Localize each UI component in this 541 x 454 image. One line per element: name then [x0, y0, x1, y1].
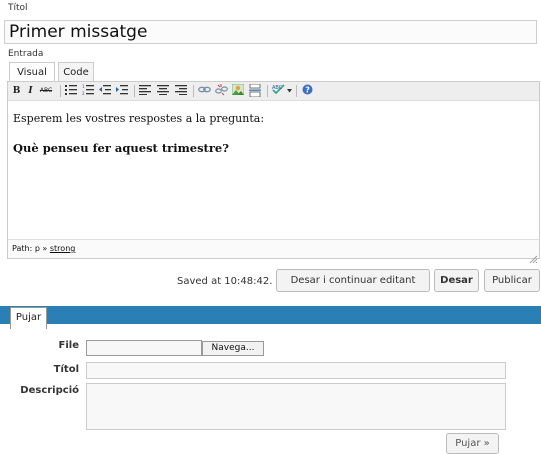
browse-button[interactable]: Navega... — [202, 341, 264, 356]
indent-icon[interactable] — [115, 84, 129, 98]
path-strong-link[interactable]: strong — [50, 244, 75, 253]
toolbar-separator — [296, 85, 297, 97]
align-center-icon[interactable] — [156, 84, 170, 98]
toolbar-separator — [193, 85, 194, 97]
link-icon[interactable] — [197, 84, 211, 98]
svg-text:?: ? — [305, 86, 310, 95]
entry-label: Entrada — [8, 49, 44, 59]
saved-status: Saved at 10:48:42. — [177, 276, 273, 287]
editor-statusbar: Path: p » strong — [8, 239, 539, 264]
title-input[interactable]: Primer missatge — [4, 20, 537, 44]
save-and-continue-button[interactable]: Desar i continuar editant — [276, 269, 430, 292]
toolbar-separator — [60, 85, 61, 97]
toolbar-separator — [267, 85, 268, 97]
svg-text:ABC: ABC — [272, 85, 283, 91]
content-line-2-bold: Què penseu fer aquest trimestre? — [13, 141, 229, 155]
description-input[interactable] — [86, 383, 506, 430]
outdent-icon[interactable] — [98, 84, 112, 98]
bold-icon[interactable]: B — [12, 84, 21, 98]
title-value: Primer missatge — [9, 22, 148, 42]
publish-button[interactable]: Publicar — [484, 269, 540, 292]
file-label: File — [58, 340, 79, 351]
spellcheck-icon[interactable]: ABC — [271, 84, 285, 98]
unlink-icon[interactable] — [214, 84, 228, 98]
svg-text:2: 2 — [82, 91, 85, 95]
description-label: Descripció — [20, 385, 79, 396]
save-button[interactable]: Desar — [434, 269, 479, 292]
upload-tab-bar: Pujar — [0, 306, 541, 329]
upload-title-label: Títol — [53, 364, 79, 375]
align-left-icon[interactable] — [138, 84, 152, 98]
editor-toolbar: B I ABC 12 ABC ? — [8, 82, 539, 101]
svg-text:1: 1 — [82, 84, 85, 89]
upload-title-input[interactable] — [86, 362, 506, 379]
content-line-1: Esperem les vostres respostes a la pregu… — [13, 112, 265, 125]
resize-handle-icon[interactable] — [529, 248, 538, 264]
editor[interactable]: B I ABC 12 ABC ? Esperem les vostres res… — [7, 81, 540, 264]
dropdown-arrow-icon[interactable] — [286, 84, 292, 98]
image-icon[interactable] — [231, 83, 245, 98]
tab-code[interactable]: Code — [58, 62, 94, 82]
italic-icon[interactable]: I — [26, 84, 35, 98]
bullet-list-icon[interactable] — [64, 84, 78, 98]
tab-visual[interactable]: Visual — [9, 62, 55, 82]
tab-upload[interactable]: Pujar — [10, 307, 47, 329]
upload-button[interactable]: Pujar » — [446, 433, 499, 454]
toolbar-separator — [134, 85, 135, 97]
title-label: Títol — [8, 3, 28, 13]
file-input[interactable] — [86, 340, 202, 356]
more-tag-icon[interactable] — [248, 83, 262, 98]
numbered-list-icon[interactable]: 12 — [81, 84, 95, 98]
help-icon[interactable]: ? — [300, 84, 314, 98]
strikethrough-icon[interactable]: ABC — [38, 84, 54, 98]
path-breadcrumb: Path: p » strong — [12, 244, 75, 253]
path-prefix: Path: p » — [12, 244, 50, 253]
align-right-icon[interactable] — [174, 84, 188, 98]
